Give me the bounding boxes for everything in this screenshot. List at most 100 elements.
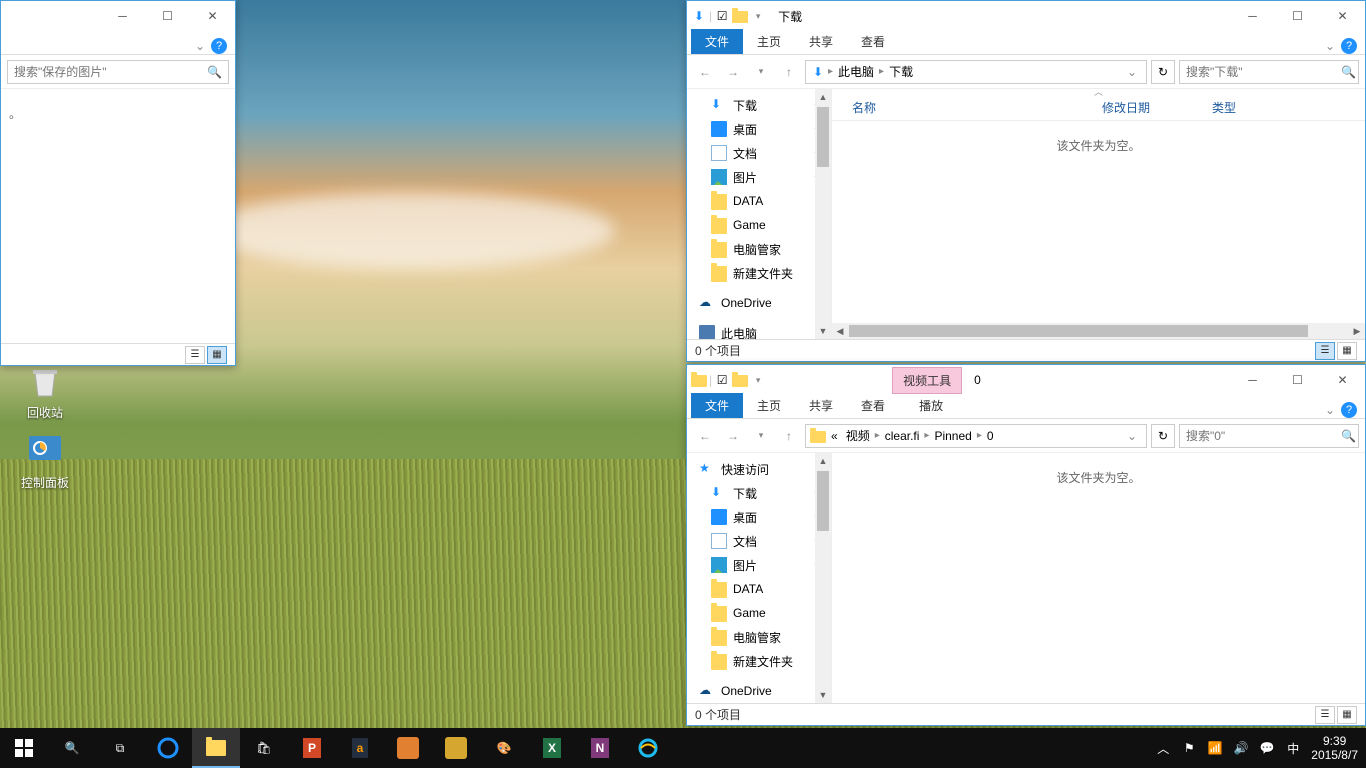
nav-up-button[interactable]: ↑ [777,424,801,448]
ribbon-chevron-icon[interactable]: ⌄ [1325,39,1335,53]
help-icon[interactable]: ? [211,38,227,54]
taskbar-excel[interactable]: X [528,728,576,768]
breadcrumb[interactable]: 下载 [886,63,916,80]
start-button[interactable] [0,728,48,768]
tab-play[interactable]: 播放 [905,393,957,418]
nav-forward-button[interactable]: → [721,424,745,448]
help-icon[interactable]: ? [1341,402,1357,418]
taskbar[interactable]: 🔍 ⧉ 🛍 P a 🎨 X N ︿ ⚑ 📶 🔊 💬 中 9:39 2015/8/… [0,728,1366,768]
nav-recent-dropdown[interactable]: ▾ [749,60,773,84]
nav-item-desktop[interactable]: 桌面📌 [687,117,831,141]
content-hscrollbar[interactable]: ◀ ▶ [832,323,1365,339]
navigation-pane[interactable]: ⬇下载📌 桌面📌 文档📌 图片📌 DATA Game 电脑管家 新建文件夹 ☁O… [687,89,832,339]
close-button[interactable]: ✕ [1320,1,1365,31]
taskbar-app-orange[interactable] [384,728,432,768]
tray-notifications-icon[interactable]: 💬 [1259,740,1275,756]
desktop-icon-controlpanel[interactable]: 控制面板 [10,430,80,491]
desktop-icon-recyclebin[interactable]: 回收站 [10,360,80,421]
crumb-sep-icon[interactable]: ▸ [879,66,884,77]
scroll-right-icon[interactable]: ▶ [1349,326,1365,337]
search-input[interactable] [1186,65,1341,79]
nav-item-game[interactable]: Game [687,213,831,237]
tray-ime[interactable]: 中 [1285,740,1301,756]
nav-item-pcmanager[interactable]: 电脑管家 [687,625,831,649]
breadcrumb[interactable]: 0 [984,429,997,443]
taskview-button[interactable]: ⧉ [96,728,144,768]
crumb-sep-icon[interactable]: ▸ [828,66,833,77]
titlebar[interactable]: ⬇ | ☑ ▾ 下载 ─ ☐ ✕ [687,1,1365,31]
scroll-thumb[interactable] [817,107,829,167]
scroll-thumb[interactable] [849,325,1308,337]
minimize-button[interactable]: ─ [1230,365,1275,395]
content-pane[interactable]: 该文件夹为空。 [832,453,1365,703]
taskbar-app-yellow[interactable] [432,728,480,768]
col-date[interactable]: 修改日期 [1094,99,1204,116]
tray-volume-icon[interactable]: 🔊 [1233,740,1249,756]
nav-item-downloads[interactable]: ⬇下载📌 [687,481,831,505]
help-icon[interactable]: ? [1341,38,1357,54]
taskbar-powerpoint[interactable]: P [288,728,336,768]
titlebar[interactable]: ─ ☐ ✕ [1,1,235,31]
breadcrumb[interactable]: clear.fi [882,429,923,443]
navigation-pane[interactable]: ★快速访问 ⬇下载📌 桌面📌 文档📌 图片📌 DATA Game 电脑管家 新建… [687,453,832,703]
minimize-button[interactable]: ─ [1230,1,1275,31]
tab-file[interactable]: 文件 [691,29,743,54]
tray-security-icon[interactable]: ⚑ [1181,740,1197,756]
tab-file[interactable]: 文件 [691,393,743,418]
tab-home[interactable]: 主页 [743,29,795,54]
tab-home[interactable]: 主页 [743,393,795,418]
nav-item-pictures[interactable]: 图片📌 [687,553,831,577]
crumb-sep-icon[interactable]: ▸ [924,430,929,441]
nav-item-newfolder[interactable]: 新建文件夹 [687,649,831,673]
taskbar-paint[interactable]: 🎨 [480,728,528,768]
refresh-button[interactable]: ↻ [1151,424,1175,448]
search-box[interactable]: 🔍 [1179,60,1359,84]
search-box[interactable]: 🔍 [1179,424,1359,448]
nav-item-game[interactable]: Game [687,601,831,625]
close-button[interactable]: ✕ [190,1,235,31]
taskbar-explorer[interactable] [192,728,240,768]
col-type[interactable]: 类型 [1204,99,1244,116]
address-bar[interactable]: « 视频 ▸ clear.fi ▸ Pinned ▸ 0 ⌄ [805,424,1147,448]
view-details-button[interactable]: ☰ [185,346,205,364]
crumb-overflow-icon[interactable]: « [828,429,841,443]
tab-view[interactable]: 查看 [847,393,899,418]
search-input[interactable] [14,65,207,79]
titlebar[interactable]: | ☑ ▾ 视频工具 0 ─ ☐ ✕ [687,365,1365,395]
qat-folder-icon[interactable] [732,372,748,388]
taskbar-edge[interactable] [144,728,192,768]
content-pane[interactable]: ︿ 名称 修改日期 类型 该文件夹为空。 ◀ ▶ [832,89,1365,339]
nav-item-downloads[interactable]: ⬇下载📌 [687,93,831,117]
address-dropdown-icon[interactable]: ⌄ [1122,429,1142,443]
search-input[interactable] [1186,429,1341,443]
tray-wifi-icon[interactable]: 📶 [1207,740,1223,756]
taskbar-amazon[interactable]: a [336,728,384,768]
tab-view[interactable]: 查看 [847,29,899,54]
qat-dropdown-icon[interactable]: ▾ [750,8,766,24]
nav-item-onedrive[interactable]: ☁OneDrive [687,679,831,703]
view-details-button[interactable]: ☰ [1315,706,1335,724]
minimize-button[interactable]: ─ [100,1,145,31]
breadcrumb[interactable]: Pinned [931,429,974,443]
tab-share[interactable]: 共享 [795,393,847,418]
nav-item-quickaccess[interactable]: ★快速访问 [687,457,831,481]
scroll-up-icon[interactable]: ▲ [815,89,831,105]
breadcrumb[interactable]: 视频 [843,427,873,444]
view-details-button[interactable]: ☰ [1315,342,1335,360]
search-button[interactable]: 🔍 [48,728,96,768]
qat-dropdown-icon[interactable]: ▾ [750,372,766,388]
taskbar-ie[interactable] [624,728,672,768]
taskbar-clock[interactable]: 9:39 2015/8/7 [1311,734,1358,762]
address-bar[interactable]: ⬇ ▸ 此电脑 ▸ 下载 ⌄ [805,60,1147,84]
search-box[interactable]: 🔍 [7,60,229,84]
ribbon-chevron-icon[interactable]: ⌄ [1325,403,1335,417]
qat-properties-icon[interactable]: ☑ [714,8,730,24]
maximize-button[interactable]: ☐ [145,1,190,31]
nav-item-documents[interactable]: 文档📌 [687,141,831,165]
maximize-button[interactable]: ☐ [1275,365,1320,395]
ribbon-chevron-icon[interactable]: ⌄ [195,39,205,53]
view-icons-button[interactable]: ▦ [207,346,227,364]
maximize-button[interactable]: ☐ [1275,1,1320,31]
nav-item-thispc[interactable]: 此电脑 [687,321,831,339]
view-icons-button[interactable]: ▦ [1337,706,1357,724]
